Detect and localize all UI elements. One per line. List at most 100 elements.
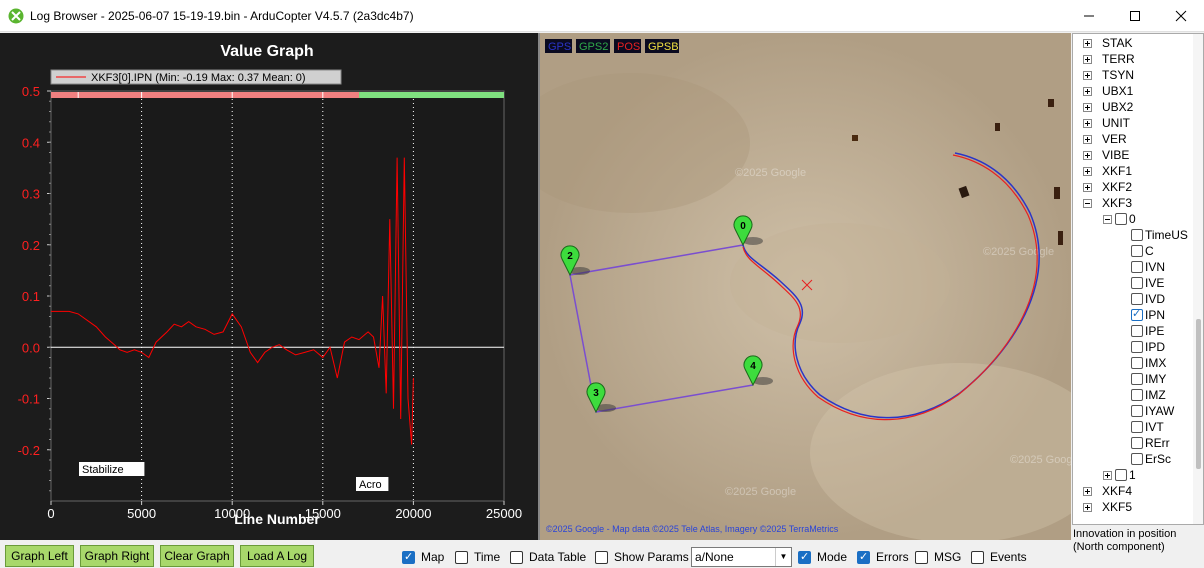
data-table-checkbox-label: Data Table <box>529 550 587 564</box>
tree-item-0[interactable]: 0 <box>1103 211 1136 227</box>
tree-item-ersc[interactable]: ErSc <box>1131 451 1171 467</box>
msg-checkbox[interactable]: MSG <box>915 550 961 564</box>
events-checkbox[interactable]: Events <box>971 550 1027 564</box>
expand-icon[interactable] <box>1083 486 1092 496</box>
expand-icon[interactable] <box>1083 502 1092 512</box>
mode-select[interactable]: a/None ▼ <box>691 547 792 567</box>
time-checkbox-label: Time <box>474 550 501 564</box>
checkbox-map-box[interactable] <box>402 550 415 564</box>
tree-checkbox[interactable] <box>1131 229 1143 241</box>
mode-checkbox[interactable]: Mode <box>798 550 847 564</box>
tree-checkbox[interactable] <box>1131 437 1143 449</box>
expand-icon[interactable] <box>1083 134 1092 144</box>
map-panel[interactable]: GPS GPS2 POS GPSB ©2025 Google ©2025 Google ©… <box>538 33 1071 540</box>
collapse-icon[interactable] <box>1103 214 1112 224</box>
tree-item-ivn[interactable]: IVN <box>1131 259 1165 275</box>
satellite-map[interactable]: GPS GPS2 POS GPSB ©2025 Google ©2025 Google ©… <box>540 33 1071 540</box>
tree-item-timeus[interactable]: TimeUS <box>1131 227 1188 243</box>
map-legend-label: POS <box>617 41 640 53</box>
tree-item-ipe[interactable]: IPE <box>1131 323 1164 339</box>
tree-checkbox[interactable] <box>1131 389 1143 401</box>
tree-item-xkf3[interactable]: XKF3 <box>1083 195 1132 211</box>
expand-icon[interactable] <box>1083 118 1092 128</box>
tree-item-c[interactable]: C <box>1131 243 1154 259</box>
tree-checkbox[interactable] <box>1115 213 1127 225</box>
tree-item-ivd[interactable]: IVD <box>1131 291 1165 307</box>
tree-item-rerr[interactable]: RErr <box>1131 435 1170 451</box>
errors-checkbox-label: Errors <box>876 550 909 564</box>
errors-checkbox[interactable]: Errors <box>857 550 909 564</box>
tree-item-ipn[interactable]: IPN <box>1131 307 1165 323</box>
checkbox-show-params-box[interactable] <box>595 550 608 564</box>
tree-item-ubx2[interactable]: UBX2 <box>1083 99 1133 115</box>
tree-scrollbar-thumb[interactable] <box>1196 319 1201 469</box>
tree-item-ive[interactable]: IVE <box>1131 275 1164 291</box>
tree-item-ubx1[interactable]: UBX1 <box>1083 83 1133 99</box>
clear-graph-button[interactable]: Clear Graph <box>160 545 234 567</box>
tree-item-imy[interactable]: IMY <box>1131 371 1166 387</box>
checkbox-errors-box[interactable] <box>857 550 870 564</box>
tree-checkbox[interactable] <box>1131 341 1143 353</box>
tree-item-imz[interactable]: IMZ <box>1131 387 1166 403</box>
tree-item-unit[interactable]: UNIT <box>1083 115 1130 131</box>
expand-icon[interactable] <box>1083 54 1092 64</box>
tree-checkbox[interactable] <box>1131 357 1143 369</box>
checkbox-msg-box[interactable] <box>915 550 928 564</box>
tree-checkbox[interactable] <box>1115 469 1127 481</box>
tree-checkbox[interactable] <box>1131 245 1143 257</box>
tree-item-vibe[interactable]: VIBE <box>1083 147 1129 163</box>
tree-item-ipd[interactable]: IPD <box>1131 339 1165 355</box>
checkbox-time-box[interactable] <box>455 550 468 564</box>
close-button[interactable] <box>1158 0 1204 32</box>
tree-item-terr[interactable]: TERR <box>1083 51 1135 67</box>
map-checkbox[interactable]: Map <box>402 550 444 564</box>
tree-checkbox[interactable] <box>1131 293 1143 305</box>
expand-icon[interactable] <box>1083 166 1092 176</box>
checkbox-mode-box[interactable] <box>798 550 811 564</box>
tree-item-label: 1 <box>1129 468 1136 482</box>
collapse-icon[interactable] <box>1083 198 1092 208</box>
tree-checkbox[interactable] <box>1131 277 1143 289</box>
tree-checkbox[interactable] <box>1131 307 1143 321</box>
data-table-checkbox[interactable]: Data Table <box>510 550 586 564</box>
expand-icon[interactable] <box>1083 70 1092 80</box>
expand-icon[interactable] <box>1083 86 1092 96</box>
load-log-button[interactable]: Load A Log <box>240 545 314 567</box>
value-graph-panel[interactable]: Value Graph XKF3[0].IPN (Min: -0.19 Max:… <box>0 33 538 540</box>
message-tree[interactable]: STAK TERR TSYN UBX1 UBX2 UNIT VER VIBE XKF1 XKF2 X… <box>1072 33 1204 525</box>
expand-icon[interactable] <box>1083 150 1092 160</box>
tree-item-xkf2[interactable]: XKF2 <box>1083 179 1132 195</box>
tree-item-iyaw[interactable]: IYAW <box>1131 403 1174 419</box>
show-params-checkbox[interactable]: Show Params <box>595 550 689 564</box>
tree-item-ver[interactable]: VER <box>1083 131 1127 147</box>
value-graph[interactable]: Value Graph XKF3[0].IPN (Min: -0.19 Max:… <box>0 33 538 540</box>
graph-left-button[interactable]: Graph Left <box>5 545 74 567</box>
tree-item-ivt[interactable]: IVT <box>1131 419 1164 435</box>
tree-item-xkf4[interactable]: XKF4 <box>1083 483 1132 499</box>
tree-checkbox[interactable] <box>1131 453 1143 465</box>
tree-checkbox[interactable] <box>1131 373 1143 385</box>
tree-item-xkf5[interactable]: XKF5 <box>1083 499 1132 515</box>
tree-checkbox[interactable] <box>1131 405 1143 417</box>
checkbox-data-table-box[interactable] <box>510 550 523 564</box>
maximize-button[interactable] <box>1112 0 1158 32</box>
tree-item-stak[interactable]: STAK <box>1083 35 1132 51</box>
minimize-button[interactable] <box>1066 0 1112 32</box>
tree-checkbox[interactable] <box>1131 325 1143 337</box>
tree-item-tsyn[interactable]: TSYN <box>1083 67 1134 83</box>
expand-icon[interactable] <box>1103 470 1112 480</box>
graph-right-button[interactable]: Graph Right <box>80 545 154 567</box>
checkbox-events-box[interactable] <box>971 550 984 564</box>
expand-icon[interactable] <box>1083 182 1092 192</box>
time-checkbox[interactable]: Time <box>455 550 500 564</box>
tree-item-imx[interactable]: IMX <box>1131 355 1166 371</box>
expand-icon[interactable] <box>1083 38 1092 48</box>
tree-checkbox[interactable] <box>1131 261 1143 273</box>
tree-scrollbar[interactable] <box>1193 34 1203 524</box>
expand-icon[interactable] <box>1083 102 1092 112</box>
tree-item-1[interactable]: 1 <box>1103 467 1136 483</box>
chevron-down-icon[interactable]: ▼ <box>775 548 791 566</box>
tree-checkbox[interactable] <box>1131 421 1143 433</box>
graph-legend-text: XKF3[0].IPN (Min: -0.19 Max: 0.37 Mean: … <box>91 72 306 84</box>
tree-item-xkf1[interactable]: XKF1 <box>1083 163 1132 179</box>
